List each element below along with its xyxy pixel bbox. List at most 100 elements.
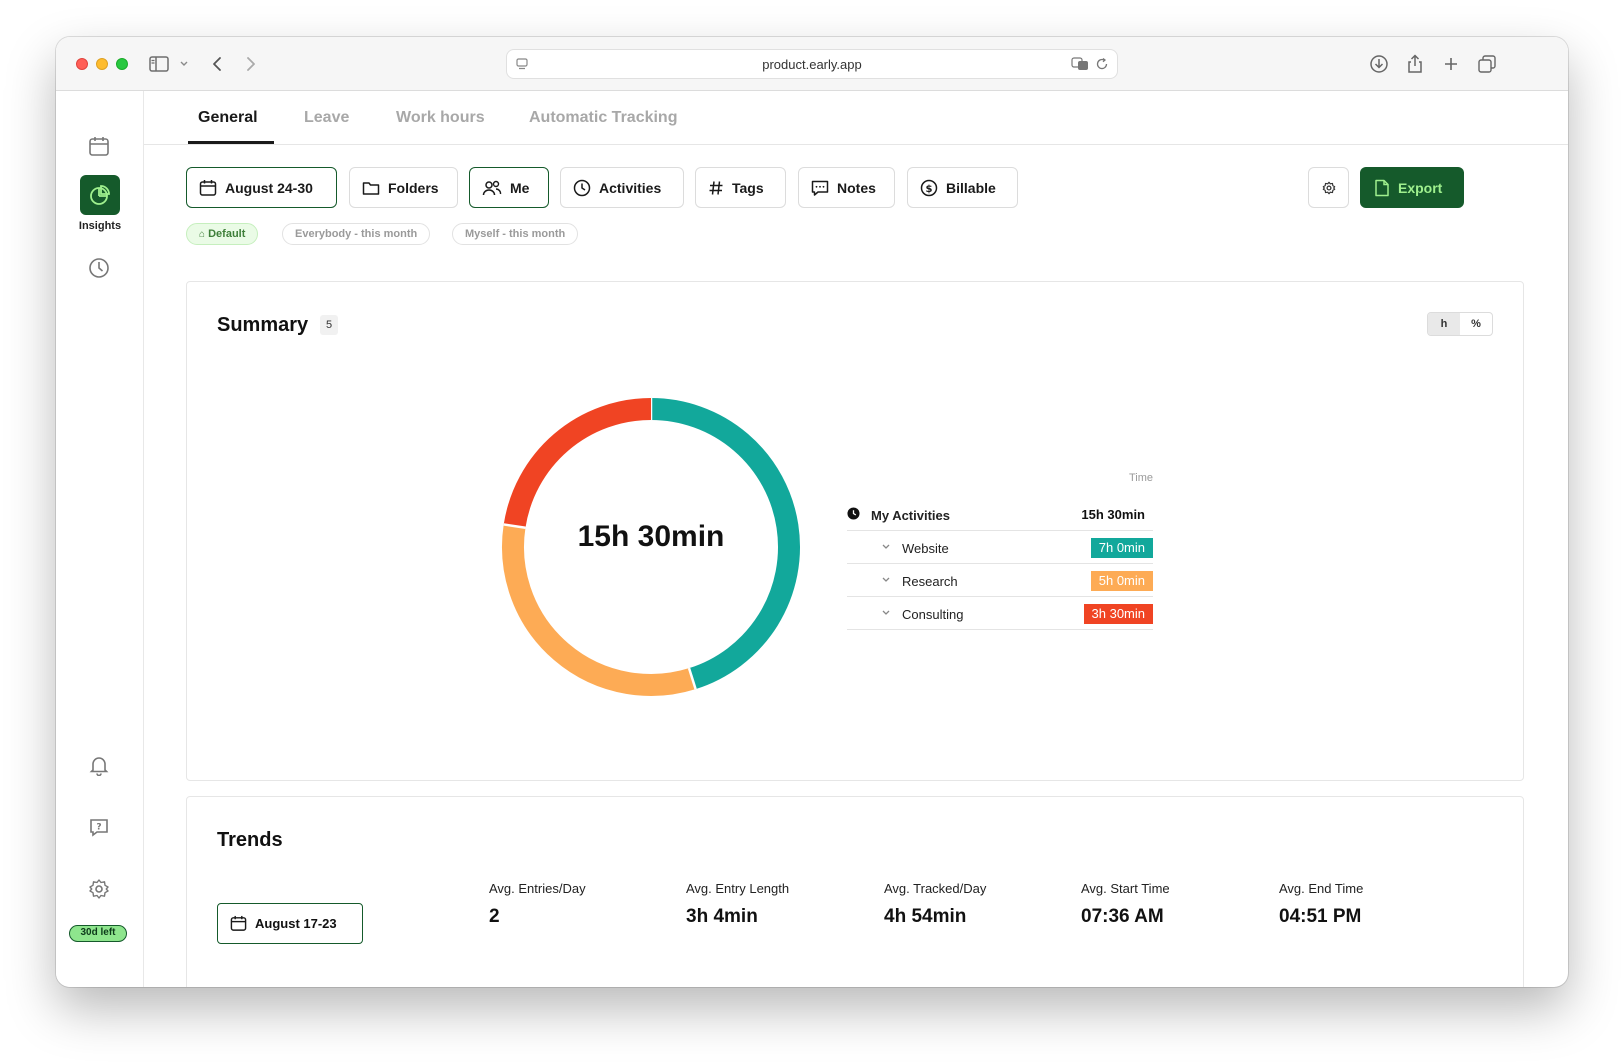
close-window-button[interactable]	[76, 58, 88, 70]
gear-icon	[1322, 181, 1335, 194]
preset-default-chip[interactable]: ⌂ Default	[186, 223, 259, 245]
trends-date-button[interactable]: August 17-23	[217, 903, 363, 944]
unit-percent-toggle[interactable]: %	[1460, 313, 1492, 335]
metric-entries-per-day: Avg. Entries/Day 2	[489, 881, 586, 928]
insights-nav-label: Insights	[78, 220, 122, 232]
notes-filter-button[interactable]: Notes	[798, 167, 895, 208]
donut-total-label: 15h 30min	[577, 520, 725, 553]
app-sidebar: Insights ? 30d left	[56, 91, 144, 987]
dollar-icon: $	[920, 179, 938, 196]
clock-filled-icon	[847, 507, 860, 520]
metric-end-time: Avg. End Time 04:51 PM	[1279, 881, 1363, 928]
metric-value: 04:51 PM	[1279, 906, 1362, 927]
folder-icon	[362, 181, 380, 195]
tab-automatic-tracking[interactable]: Automatic Tracking	[529, 109, 677, 127]
main-content: General Leave Work hours Automatic Track…	[144, 91, 1568, 987]
share-icon[interactable]	[1404, 51, 1426, 77]
back-arrow-icon[interactable]	[206, 51, 228, 77]
chevron-down-icon[interactable]	[881, 609, 891, 617]
unit-hours-toggle[interactable]: h	[1428, 313, 1460, 335]
url-text: product.early.app	[762, 57, 862, 72]
tab-general[interactable]: General	[198, 109, 258, 127]
billable-filter-button[interactable]: $ Billable	[907, 167, 1018, 208]
date-range-label: August 24-30	[225, 179, 313, 196]
trial-days-badge[interactable]: 30d left	[69, 925, 127, 942]
legend-group-total: 15h 30min	[1081, 507, 1145, 522]
calendar-icon	[230, 915, 247, 931]
trends-title: Trends	[217, 829, 283, 851]
settings-icon[interactable]	[84, 874, 114, 904]
folders-filter-label: Folders	[388, 179, 439, 196]
translate-icon[interactable]	[1071, 57, 1089, 76]
metric-start-time: Avg. Start Time 07:36 AM	[1081, 881, 1170, 928]
chevron-down-icon[interactable]	[881, 576, 891, 584]
legend-item-value: 7h 0min	[1090, 538, 1153, 558]
metric-label: Avg. Entries/Day	[489, 881, 586, 896]
donut-slice-consulting[interactable]	[503, 398, 652, 528]
sidebar-toggle-icon[interactable]	[148, 51, 170, 77]
legend-item-value: 5h 0min	[1090, 571, 1153, 591]
browser-toolbar: product.early.app	[56, 37, 1568, 91]
folders-filter-button[interactable]: Folders	[349, 167, 458, 208]
activities-filter-button[interactable]: Activities	[560, 167, 684, 208]
address-bar[interactable]: product.early.app	[506, 49, 1118, 79]
tab-work-hours[interactable]: Work hours	[396, 109, 485, 127]
calendar-icon	[199, 179, 217, 196]
chevron-down-icon[interactable]	[178, 51, 190, 77]
help-icon[interactable]: ?	[84, 812, 114, 842]
metric-value: 3h 4min	[686, 906, 758, 927]
download-icon[interactable]	[1368, 51, 1390, 77]
export-label: Export	[1398, 179, 1443, 196]
insights-nav-button[interactable]	[80, 175, 120, 215]
activities-filter-label: Activities	[599, 179, 662, 196]
trends-card: Trends August 17-23 Avg. Entries/Day 2 A…	[186, 796, 1524, 987]
bell-icon[interactable]	[84, 750, 114, 780]
tags-filter-label: Tags	[732, 179, 764, 196]
tab-bar: General Leave Work hours Automatic Track…	[144, 91, 1568, 145]
metric-tracked-per-day: Avg. Tracked/Day 4h 54min	[884, 881, 986, 928]
metric-label: Avg. End Time	[1279, 881, 1364, 896]
forward-arrow-icon[interactable]	[240, 51, 262, 77]
metric-value: 4h 54min	[884, 906, 967, 927]
notes-filter-label: Notes	[837, 179, 876, 196]
hash-icon	[709, 180, 723, 195]
preset-myself-chip[interactable]: Myself - this month	[452, 223, 579, 245]
preset-everybody-chip[interactable]: Everybody - this month	[282, 223, 431, 245]
calendar-icon[interactable]	[84, 131, 114, 161]
summary-title: Summary	[217, 314, 309, 336]
svg-text:?: ?	[96, 823, 101, 833]
legend-item-website[interactable]: Website 7h 0min	[847, 531, 1153, 564]
new-tab-icon[interactable]	[1440, 51, 1462, 77]
chevron-down-icon[interactable]	[881, 543, 891, 551]
minimize-window-button[interactable]	[96, 58, 108, 70]
clock-icon[interactable]	[84, 253, 114, 283]
legend-item-name: Consulting	[902, 607, 964, 622]
billable-filter-label: Billable	[946, 179, 996, 196]
metric-label: Avg. Entry Length	[686, 881, 790, 896]
file-icon	[1375, 179, 1389, 196]
summary-card: Summary 5 h % 15h 30min Time My Activiti…	[186, 281, 1524, 781]
report-settings-button[interactable]	[1308, 167, 1349, 208]
zoom-window-button[interactable]	[116, 58, 128, 70]
metric-value: 07:36 AM	[1081, 906, 1164, 927]
tab-leave[interactable]: Leave	[304, 109, 349, 127]
preset-default-label: Default	[208, 228, 246, 240]
metric-entry-length: Avg. Entry Length 3h 4min	[686, 881, 789, 928]
me-filter-button[interactable]: Me	[469, 167, 549, 208]
legend-item-research[interactable]: Research 5h 0min	[847, 564, 1153, 597]
reload-icon[interactable]	[1095, 57, 1109, 76]
home-icon: ⌂	[199, 229, 206, 240]
legend-group-row[interactable]: My Activities 15h 30min	[847, 498, 1153, 531]
svg-text:$: $	[926, 184, 933, 195]
trends-date-label: August 17-23	[255, 916, 337, 931]
legend-item-name: Research	[902, 574, 958, 589]
date-range-button[interactable]: August 24-30	[186, 167, 337, 208]
tags-filter-button[interactable]: Tags	[695, 167, 786, 208]
legend-item-consulting[interactable]: Consulting 3h 30min	[847, 597, 1153, 630]
tab-overview-icon[interactable]	[1476, 51, 1498, 77]
metric-label: Avg. Start Time	[1081, 881, 1170, 896]
metric-label: Avg. Tracked/Day	[884, 881, 987, 896]
summary-count-badge: 5	[320, 315, 338, 335]
browser-window: product.early.app Insights ? 30d left Ge…	[56, 37, 1568, 987]
export-button[interactable]: Export	[1360, 167, 1464, 208]
